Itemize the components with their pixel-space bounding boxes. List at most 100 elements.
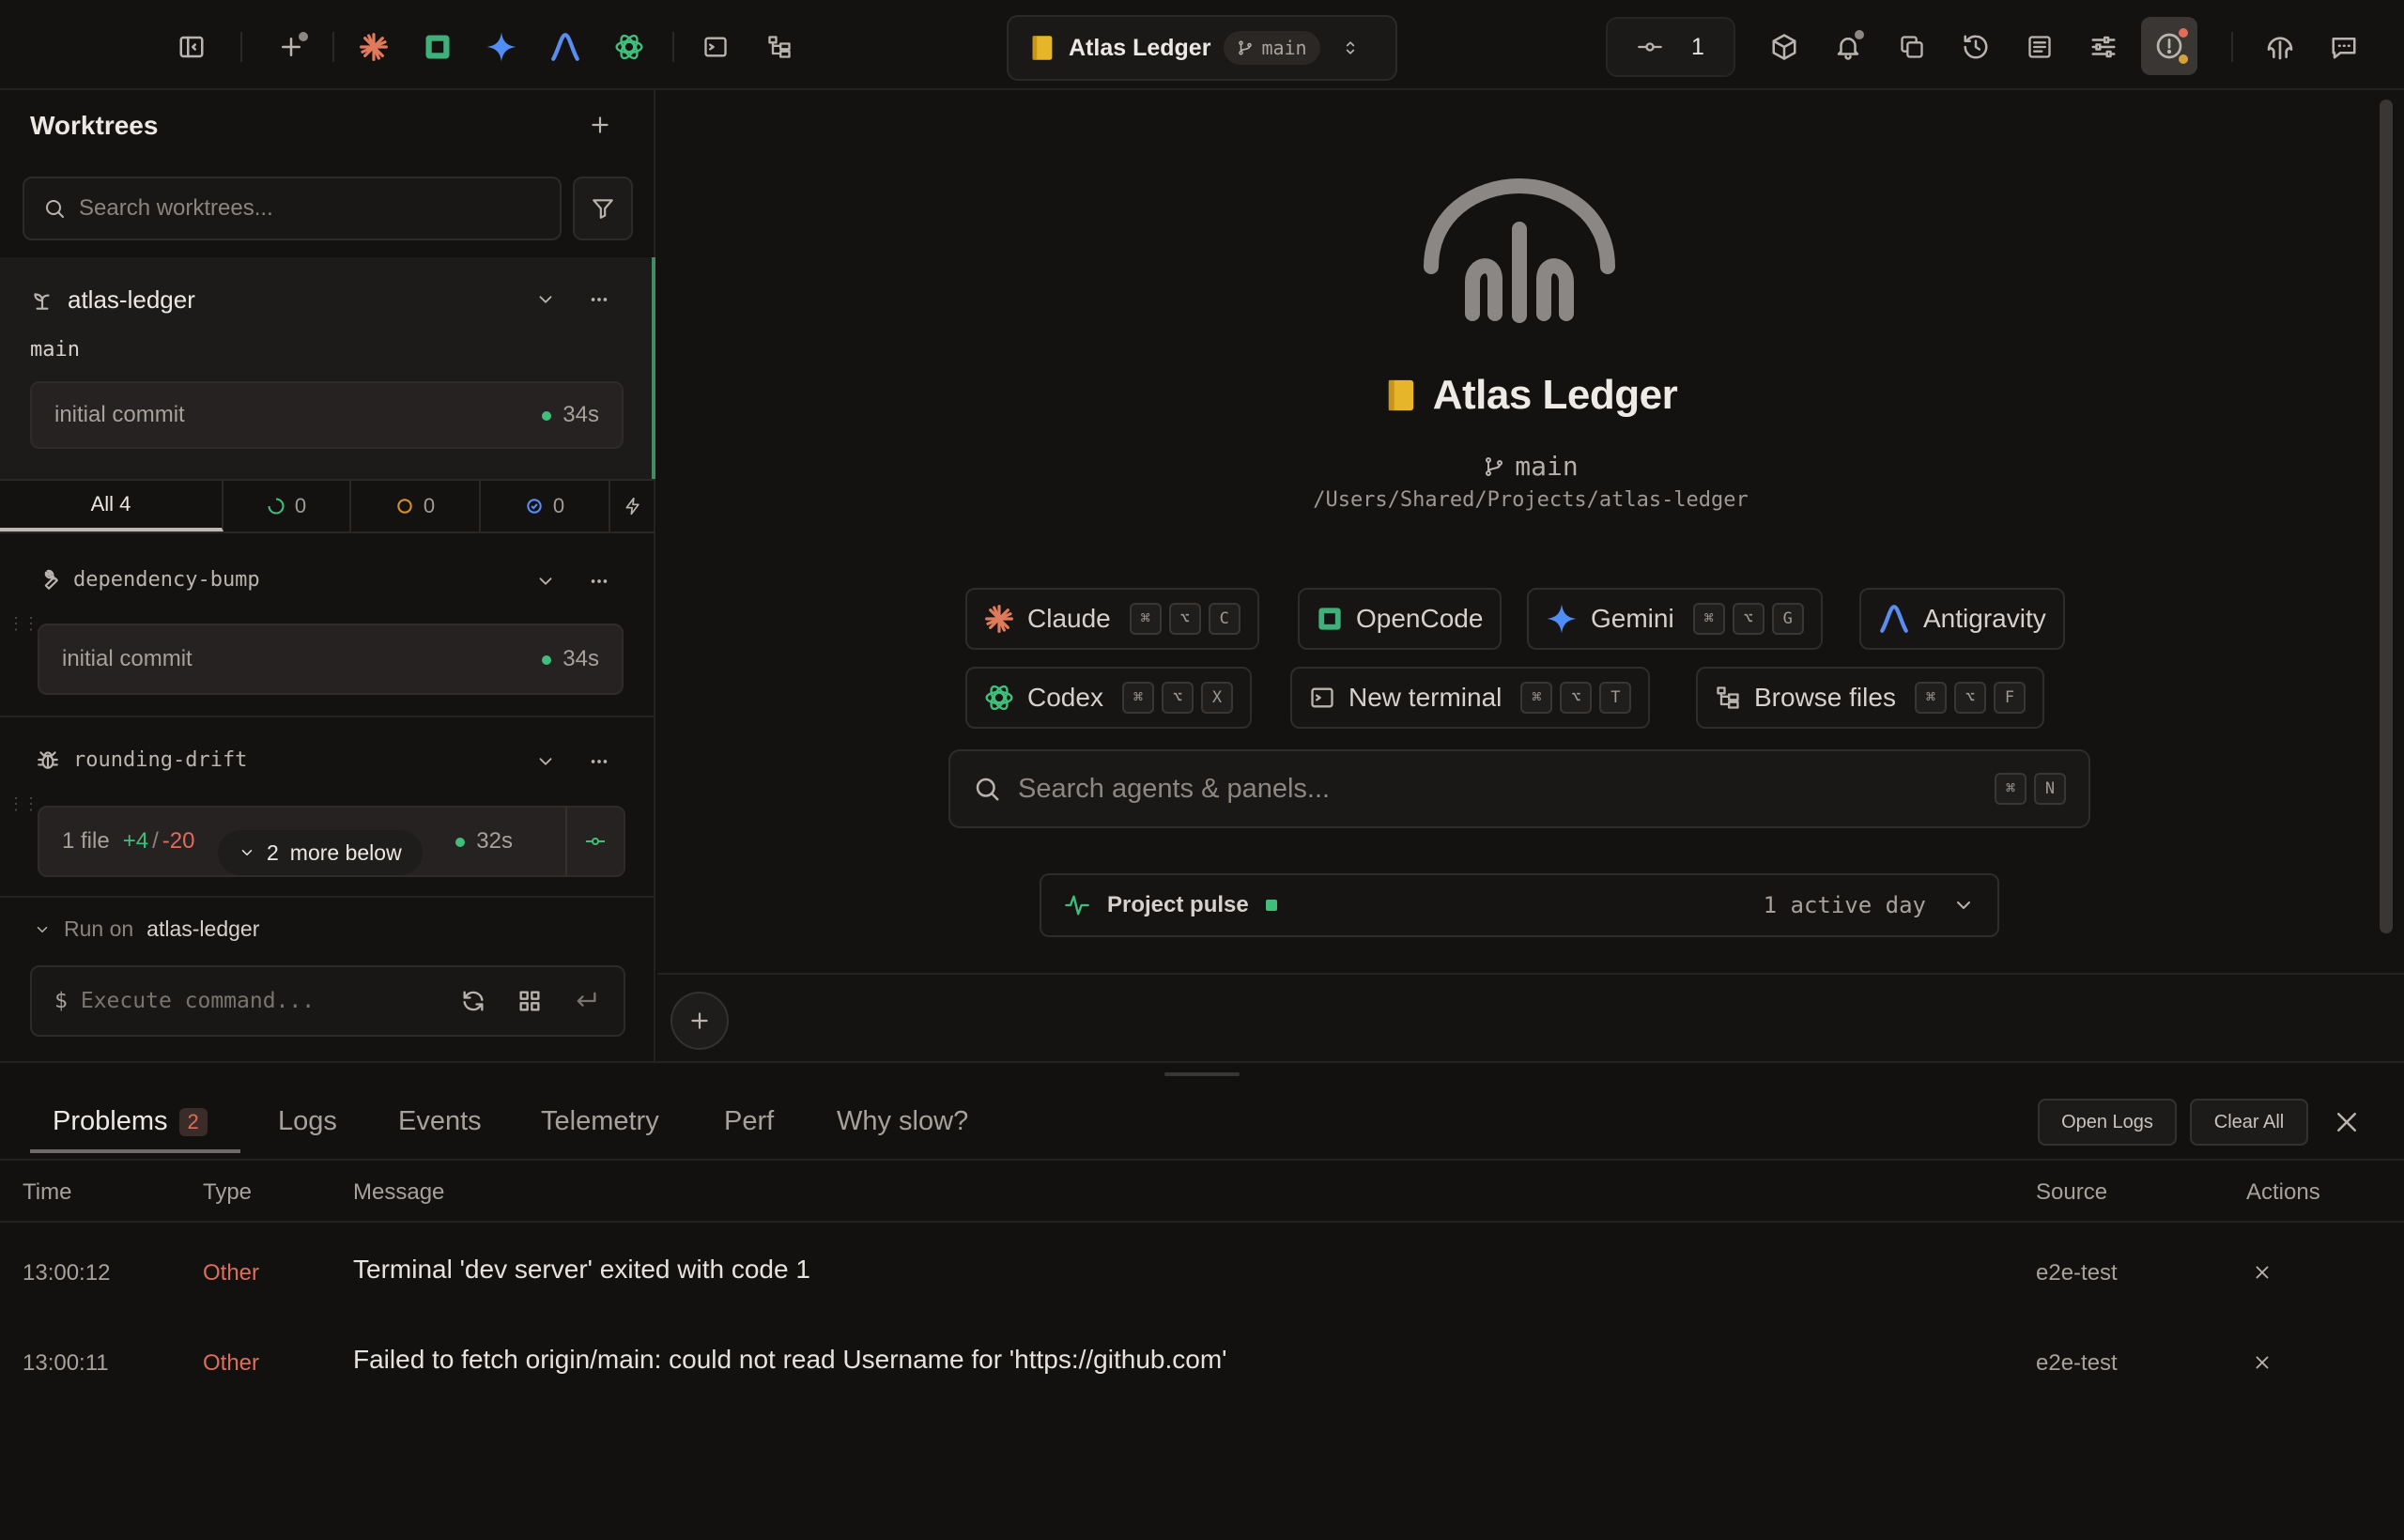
column-source: Source — [2036, 1179, 2108, 1205]
keycap: X — [1200, 682, 1233, 714]
launch-claude-button[interactable]: Claude ⌘ ⌥ C — [965, 588, 1259, 650]
problems-panel: Problems 2 Logs Events Telemetry Perf Wh… — [0, 1061, 2404, 1540]
codex-icon[interactable] — [609, 26, 650, 68]
copy-icon[interactable] — [1891, 26, 1933, 68]
row-source: e2e-test — [2036, 1350, 2118, 1376]
problems-count-badge: 2 — [178, 1107, 208, 1136]
add-worktree-button[interactable] — [588, 113, 612, 137]
clear-all-button[interactable]: Clear All — [2190, 1099, 2308, 1146]
row-message: Terminal 'dev server' exited with code 1 — [353, 1255, 810, 1284]
chat-icon[interactable] — [2323, 26, 2365, 68]
launch-antigravity-button[interactable]: Antigravity — [1859, 588, 2065, 650]
claude-icon[interactable] — [353, 26, 394, 68]
new-terminal-button[interactable]: New terminal ⌘ ⌥ T — [1290, 667, 1651, 729]
more-icon[interactable] — [588, 751, 610, 772]
refresh-icon[interactable] — [460, 988, 486, 1014]
worktree-item-dependency-bump[interactable]: dependency-bump — [36, 567, 260, 592]
status-dot — [542, 654, 552, 665]
tab-done[interactable]: 0 — [481, 481, 610, 531]
launch-opencode-button[interactable]: OpenCode — [1298, 588, 1502, 650]
more-icon[interactable] — [588, 289, 610, 310]
pending-circle-icon — [397, 499, 412, 514]
dismiss-icon[interactable] — [2252, 1352, 2273, 1373]
last-commit-card[interactable]: initial commit 34s — [38, 624, 624, 695]
terminal-icon[interactable] — [695, 26, 736, 68]
tab-telemetry[interactable]: Telemetry — [541, 1106, 659, 1137]
enter-icon[interactable] — [573, 988, 599, 1014]
commit-counter[interactable]: 1 — [1606, 17, 1735, 77]
more-below-indicator[interactable]: 2 more below — [218, 830, 423, 875]
tab-perf[interactable]: Perf — [724, 1106, 774, 1137]
project-name: Atlas Ledger — [1069, 34, 1211, 61]
project-switcher[interactable]: Atlas Ledger main — [1007, 15, 1397, 81]
shortcut: ⌘ ⌥ T — [1520, 682, 1632, 714]
tab-running[interactable]: 0 — [223, 481, 351, 531]
spinner-icon — [268, 498, 285, 515]
activity-icon — [1065, 895, 1089, 916]
keycap: T — [1599, 682, 1632, 714]
tab-logs[interactable]: Logs — [278, 1106, 337, 1137]
keycap: ⌥ — [1732, 603, 1764, 635]
launch-gemini-button[interactable]: Gemini ⌘ ⌥ G — [1527, 588, 1823, 650]
antigravity-icon[interactable] — [545, 26, 586, 68]
keycap: C — [1208, 603, 1241, 635]
sliders-icon[interactable] — [2083, 26, 2124, 68]
drag-handle-icon[interactable]: ⋮⋮ — [8, 794, 39, 814]
resize-handle[interactable] — [1164, 1072, 1240, 1076]
dismiss-icon[interactable] — [2252, 1262, 2273, 1283]
command-placeholder[interactable]: Execute command... — [81, 989, 315, 1013]
main-scrollbar[interactable] — [2380, 100, 2393, 933]
tab-why-slow[interactable]: Why slow? — [837, 1106, 968, 1137]
drag-handle-icon[interactable]: ⋮⋮ — [8, 614, 39, 634]
keycap: ⌥ — [1161, 682, 1194, 714]
file-tree-icon[interactable] — [759, 26, 800, 68]
shortcut: ⌘ ⌥ C — [1129, 603, 1241, 635]
table-row[interactable]: 13:00:11 Other Failed to fetch origin/ma… — [0, 1317, 2404, 1407]
tab-all[interactable]: All 4 — [0, 481, 223, 531]
filter-icon — [593, 199, 613, 219]
shortcut: ⌘ N — [1995, 773, 2066, 805]
tab-problems[interactable]: Problems 2 — [53, 1106, 208, 1137]
chevron-down-icon[interactable] — [535, 751, 556, 772]
bell-icon[interactable] — [1827, 26, 1869, 68]
box-icon[interactable] — [1764, 26, 1805, 68]
alert-icon[interactable] — [2141, 17, 2197, 75]
last-commit-card[interactable]: initial commit 34s — [30, 381, 624, 449]
chevron-down-icon[interactable] — [535, 571, 556, 592]
grid-icon[interactable] — [516, 988, 543, 1014]
antigravity-icon — [1880, 605, 1908, 633]
chevron-down-icon[interactable] — [535, 289, 556, 310]
history-icon[interactable] — [1955, 26, 1996, 68]
browse-files-button[interactable]: Browse files ⌘ ⌥ F — [1696, 667, 2044, 729]
sidebar-toggle-icon[interactable] — [171, 26, 212, 68]
new-worktree-icon[interactable] — [270, 26, 312, 68]
open-logs-button[interactable]: Open Logs — [2038, 1099, 2177, 1146]
launch-codex-button[interactable]: Codex ⌘ ⌥ X — [965, 667, 1252, 729]
branch-pill[interactable]: main — [1224, 31, 1320, 65]
filter-button[interactable] — [573, 177, 633, 240]
sprout-icon — [34, 292, 50, 310]
lightning-icon[interactable] — [610, 481, 655, 531]
gemini-icon[interactable] — [481, 26, 522, 68]
worktree-name: rounding-drift — [73, 747, 248, 772]
agent-search-input[interactable]: Search agents & panels... ⌘ N — [948, 749, 2090, 828]
tab-events[interactable]: Events — [398, 1106, 482, 1137]
chevron-down-icon[interactable] — [1952, 894, 1975, 916]
table-row[interactable]: 13:00:12 Other Terminal 'dev server' exi… — [0, 1226, 2404, 1317]
worktree-item-rounding-drift[interactable]: rounding-drift — [36, 747, 247, 772]
tab-pending[interactable]: 0 — [351, 481, 481, 531]
shortcut: ⌘ ⌥ X — [1121, 682, 1233, 714]
commit-button[interactable] — [565, 808, 624, 875]
main-worktree-card[interactable]: atlas-ledger main initial commit 34s — [0, 257, 655, 479]
more-icon[interactable] — [588, 571, 610, 592]
remote-icon[interactable] — [2259, 26, 2301, 68]
chevron-updown-icon[interactable] — [1341, 37, 1360, 59]
add-panel-button[interactable] — [670, 992, 729, 1050]
opencode-icon[interactable] — [417, 26, 458, 68]
project-pulse[interactable]: Project pulse 1 active day — [1040, 873, 1999, 937]
list-icon[interactable] — [2019, 26, 2060, 68]
worktree-search-input[interactable]: Search worktrees... — [79, 195, 273, 222]
worktree-search[interactable]: Search worktrees... — [23, 177, 562, 240]
run-on-header[interactable]: Run on atlas-ledger — [34, 916, 259, 942]
close-icon[interactable] — [2333, 1108, 2361, 1136]
